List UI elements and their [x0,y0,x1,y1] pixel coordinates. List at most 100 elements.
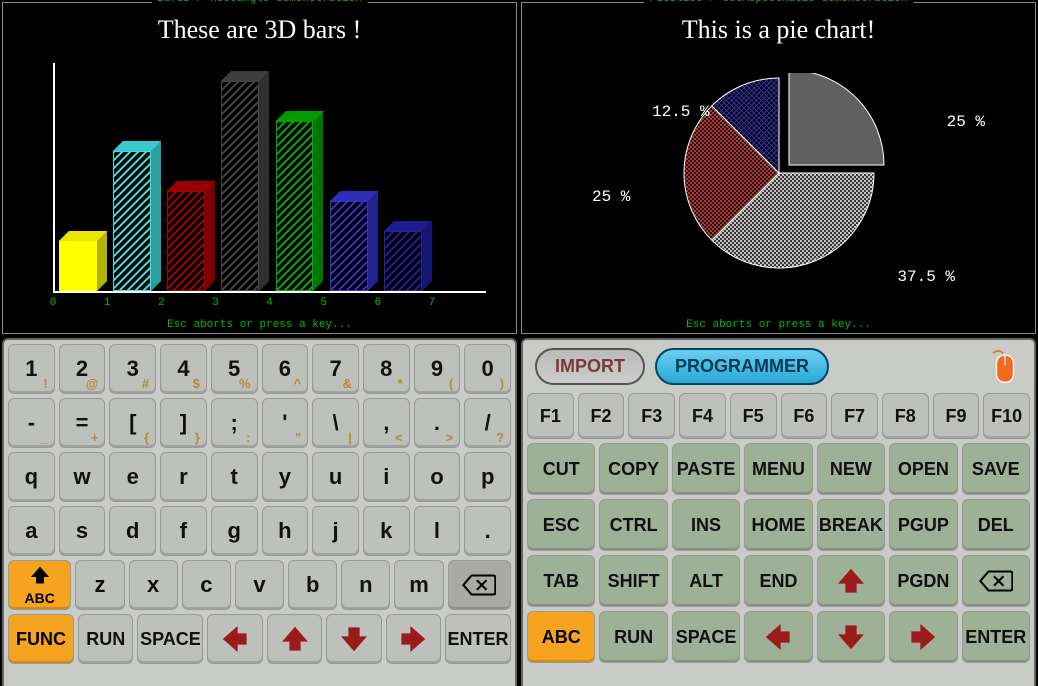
key-n[interactable]: n [341,560,390,610]
arrow-right-button[interactable] [386,614,441,664]
enter-button[interactable]: ENTER [445,614,511,664]
esc-button[interactable]: ESC [527,499,595,551]
key-f8[interactable]: F8 [882,393,929,439]
key-2[interactable]: 2@ [59,344,106,394]
key-j[interactable]: j [312,506,359,556]
key-f7[interactable]: F7 [831,393,878,439]
pie-footer: Esc aborts or press a key... [686,319,871,331]
open-button[interactable]: OPEN [889,443,957,495]
key-b[interactable]: b [288,560,337,610]
key-sym[interactable]: =+ [59,398,106,448]
arrow-down-button[interactable] [817,611,885,663]
key-f6[interactable]: F6 [781,393,828,439]
key-sym[interactable]: .> [414,398,461,448]
del-button[interactable]: DEL [962,499,1030,551]
alt-button[interactable]: ALT [672,555,740,607]
run-button[interactable]: RUN [78,614,133,664]
shift-button[interactable]: SHIFT [599,555,667,607]
key-8[interactable]: 8* [363,344,410,394]
key-w[interactable]: w [59,452,106,502]
key-f4[interactable]: F4 [679,393,726,439]
break-button[interactable]: BREAK [817,499,885,551]
key-l[interactable]: l [414,506,461,556]
key-h[interactable]: h [262,506,309,556]
key-4[interactable]: 4$ [160,344,207,394]
arrow-left-button[interactable] [744,611,812,663]
cut-button[interactable]: CUT [527,443,595,495]
shift-abc-button[interactable]: ABC [8,560,71,610]
key-s[interactable]: s [59,506,106,556]
key-sym[interactable]: [{ [109,398,156,448]
key-7[interactable]: 7& [312,344,359,394]
key-f[interactable]: f [160,506,207,556]
key-sym[interactable]: -_ [8,398,55,448]
key-9[interactable]: 9( [414,344,461,394]
copy-button[interactable]: COPY [599,443,667,495]
key-f2[interactable]: F2 [578,393,625,439]
key-x[interactable]: x [129,560,178,610]
save-button[interactable]: SAVE [962,443,1030,495]
ctrl-button[interactable]: CTRL [599,499,667,551]
key-i[interactable]: i [363,452,410,502]
key-a[interactable]: a [8,506,55,556]
pie-label-1: 37.5 % [897,268,955,286]
key-m[interactable]: m [394,560,443,610]
key-f3[interactable]: F3 [628,393,675,439]
key-5[interactable]: 5% [211,344,258,394]
menu-button[interactable]: MENU [744,443,812,495]
paste-button[interactable]: PASTE [672,443,740,495]
key-f9[interactable]: F9 [933,393,980,439]
key-q[interactable]: q [8,452,55,502]
arrow-up-button[interactable] [817,555,885,607]
arrow-up-button[interactable] [267,614,322,664]
space-button[interactable]: SPACE [137,614,203,664]
arrow-left-button[interactable] [207,614,262,664]
key-o[interactable]: o [414,452,461,502]
tab-button[interactable]: TAB [527,555,595,607]
new-button[interactable]: NEW [817,443,885,495]
key-e[interactable]: e [109,452,156,502]
key-f5[interactable]: F5 [730,393,777,439]
arrow-right-button[interactable] [889,611,957,663]
x-tick: 6 [374,297,381,309]
key-f1[interactable]: F1 [527,393,574,439]
key-f10[interactable]: F10 [983,393,1030,439]
key-v[interactable]: v [235,560,284,610]
end-button[interactable]: END [744,555,812,607]
key-k[interactable]: k [363,506,410,556]
key-1[interactable]: 1! [8,344,55,394]
key-d[interactable]: d [109,506,156,556]
key-r[interactable]: r [160,452,207,502]
key-g[interactable]: g [211,506,258,556]
key-sym[interactable]: \| [312,398,359,448]
abc-button[interactable]: ABC [527,611,595,663]
home-button[interactable]: HOME [744,499,812,551]
key-p[interactable]: p [464,452,511,502]
space-button[interactable]: SPACE [672,611,740,663]
key-sym[interactable]: ]} [160,398,207,448]
key-u[interactable]: u [312,452,359,502]
ins-button[interactable]: INS [672,499,740,551]
key-z[interactable]: z [75,560,124,610]
pgup-button[interactable]: PGUP [889,499,957,551]
key-.[interactable]: . [464,506,511,556]
key-c[interactable]: c [182,560,231,610]
key-sym[interactable]: '" [262,398,309,448]
backspace-button[interactable] [962,555,1030,607]
import-button[interactable]: IMPORT [535,348,645,385]
enter-button[interactable]: ENTER [962,611,1030,663]
pgdn-button[interactable]: PGDN [889,555,957,607]
key-t[interactable]: t [211,452,258,502]
key-6[interactable]: 6^ [262,344,309,394]
programmer-button[interactable]: PROGRAMMER [655,348,829,385]
key-0[interactable]: 0) [464,344,511,394]
run-button[interactable]: RUN [599,611,667,663]
arrow-down-button[interactable] [326,614,381,664]
key-sym[interactable]: ,< [363,398,410,448]
key-y[interactable]: y [262,452,309,502]
func-button[interactable]: FUNC [8,614,74,664]
key-3[interactable]: 3# [109,344,156,394]
backspace-button[interactable] [448,560,511,610]
key-sym[interactable]: /? [464,398,511,448]
key-sym[interactable]: ;: [211,398,258,448]
